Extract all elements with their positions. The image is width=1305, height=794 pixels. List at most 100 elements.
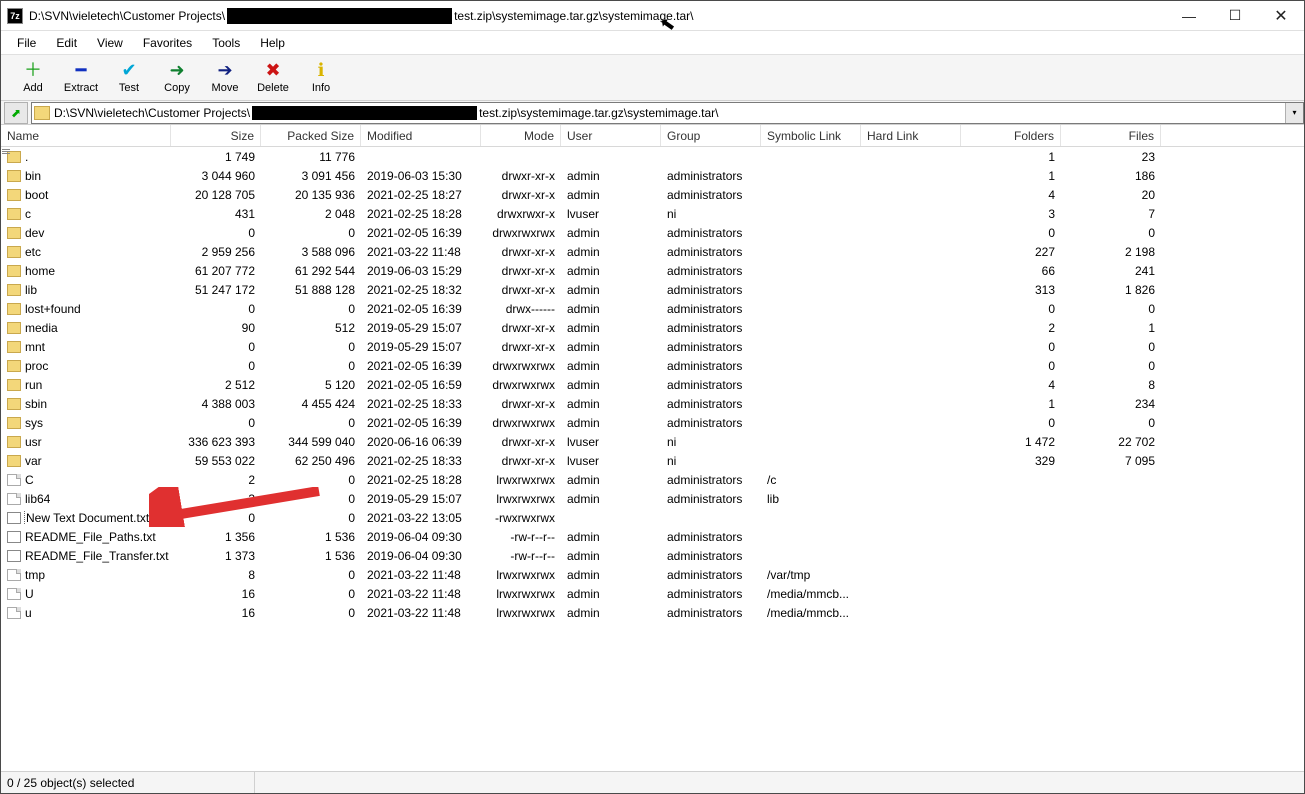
cell-mod: 2021-02-25 18:28 [361,207,481,221]
address-dropdown[interactable]: ▾ [1285,103,1303,123]
cell-size: 2 [171,473,261,487]
cell-user: admin [561,549,661,563]
file-row[interactable]: C202021-02-25 18:28lrwxrwxrwxadminadmini… [1,470,1304,489]
minimize-button[interactable]: — [1166,1,1212,30]
maximize-button[interactable]: ☐ [1212,1,1258,30]
cell-group: administrators [661,283,761,297]
toolbar-extract-button[interactable]: ━Extract [57,56,105,100]
cell-mod: 2021-02-25 18:28 [361,473,481,487]
toolbar-copy-button[interactable]: ➜Copy [153,56,201,100]
column-header[interactable]: User [561,125,661,146]
file-row[interactable]: sbin4 388 0034 455 4242021-02-25 18:33dr… [1,394,1304,413]
cell-size: 431 [171,207,261,221]
file-row[interactable]: bin3 044 9603 091 4562019-06-03 15:30drw… [1,166,1304,185]
cell-size: 0 [171,226,261,240]
file-row[interactable]: etc2 959 2563 588 0962021-03-22 11:48drw… [1,242,1304,261]
file-row[interactable]: README_File_Paths.txt1 3561 5362019-06-0… [1,527,1304,546]
menu-favorites[interactable]: Favorites [135,34,200,52]
titlebar[interactable]: 7z D:\SVN\vieletech\Customer Projects\ t… [1,1,1304,31]
close-button[interactable]: ✕ [1258,1,1304,30]
file-row[interactable]: dev002021-02-05 16:39drwxrwxrwxadminadmi… [1,223,1304,242]
cell-files: 8 [1061,378,1161,392]
cell-mod: 2021-02-25 18:32 [361,283,481,297]
toolbar-move-button[interactable]: ➔Move [201,56,249,100]
cell-packed: 0 [261,587,361,601]
file-row[interactable]: home61 207 77261 292 5442019-06-03 15:29… [1,261,1304,280]
nav-up-button[interactable]: ⬈ [4,102,28,124]
menu-file[interactable]: File [9,34,44,52]
file-row[interactable]: sys002021-02-05 16:39drwxrwxrwxadminadmi… [1,413,1304,432]
file-row[interactable]: boot20 128 70520 135 9362021-02-25 18:27… [1,185,1304,204]
menu-view[interactable]: View [89,34,131,52]
name-cell: sys [1,416,171,430]
cell-size: 1 749 [171,150,261,164]
cell-mod: 2019-05-29 15:07 [361,340,481,354]
cell-mode: lrwxrwxrwx [481,492,561,506]
cell-packed: 20 135 936 [261,188,361,202]
file-row[interactable]: U1602021-03-22 11:48lrwxrwxrwxadminadmin… [1,584,1304,603]
menu-tools[interactable]: Tools [204,34,248,52]
column-header[interactable]: Modified [361,125,481,146]
cell-user: admin [561,492,661,506]
column-header[interactable]: Folders [961,125,1061,146]
cell-packed: 0 [261,568,361,582]
cell-user: lvuser [561,435,661,449]
cell-mod: 2021-02-25 18:33 [361,454,481,468]
cell-group: administrators [661,492,761,506]
file-row[interactable]: var59 553 02262 250 4962021-02-25 18:33d… [1,451,1304,470]
file-row[interactable]: lib51 247 17251 888 1282021-02-25 18:32d… [1,280,1304,299]
cell-size: 2 959 256 [171,245,261,259]
file-name: tmp [25,568,45,582]
address-field[interactable]: D:\SVN\vieletech\Customer Projects\ test… [31,102,1304,124]
cell-size: 4 388 003 [171,397,261,411]
cell-sym: /var/tmp [761,568,861,582]
file-row[interactable]: mnt002019-05-29 15:07drwxr-xr-xadminadmi… [1,337,1304,356]
cell-packed: 61 292 544 [261,264,361,278]
file-list[interactable]: .1 74911 776123bin3 044 9603 091 4562019… [1,147,1304,771]
folder-icon [7,341,21,353]
file-row[interactable]: lost+found002021-02-05 16:39drwx------ad… [1,299,1304,318]
file-row[interactable]: tmp802021-03-22 11:48lrwxrwxrwxadminadmi… [1,565,1304,584]
cell-mode: lrwxrwxrwx [481,587,561,601]
column-header[interactable]: Hard Link [861,125,961,146]
file-row[interactable]: proc002021-02-05 16:39drwxrwxrwxadminadm… [1,356,1304,375]
column-header[interactable]: Symbolic Link [761,125,861,146]
folder-icon [7,398,21,410]
name-cell: dev [1,226,171,240]
cell-folders: 227 [961,245,1061,259]
toolbar-test-button[interactable]: ✔Test [105,56,153,100]
cell-mod: 2019-06-04 09:30 [361,549,481,563]
toolbar-label: Copy [164,82,190,94]
menu-help[interactable]: Help [252,34,293,52]
file-row[interactable]: u1602021-03-22 11:48lrwxrwxrwxadminadmin… [1,603,1304,622]
app-icon: 7z [7,8,23,24]
file-row[interactable]: lib64302019-05-29 15:07lrwxrwxrwxadminad… [1,489,1304,508]
column-header[interactable]: Packed Size [261,125,361,146]
file-name: C [25,473,34,487]
toolbar-info-button[interactable]: ℹInfo [297,56,345,100]
cell-mode: -rwxrwxrwx [481,511,561,525]
file-row[interactable]: run2 5125 1202021-02-05 16:59drwxrwxrwxa… [1,375,1304,394]
column-header[interactable]: Files [1061,125,1161,146]
column-header[interactable]: Mode [481,125,561,146]
file-name: sys [25,416,43,430]
file-row[interactable]: .1 74911 776123 [1,147,1304,166]
column-header[interactable]: Group [661,125,761,146]
cell-mode: drwxr-xr-x [481,397,561,411]
file-icon [7,493,21,505]
menu-edit[interactable]: Edit [48,34,85,52]
file-row[interactable]: README_File_Transfer.txt1 3731 5362019-0… [1,546,1304,565]
column-header[interactable]: Size [171,125,261,146]
cell-mode: drwxr-xr-x [481,321,561,335]
cell-group: administrators [661,302,761,316]
column-header[interactable]: Name [1,125,171,146]
file-name: dev [25,226,44,240]
file-row[interactable]: c4312 0482021-02-25 18:28drwxrwxr-xlvuse… [1,204,1304,223]
file-row[interactable]: New Text Document.txt002021-03-22 13:05-… [1,508,1304,527]
file-row[interactable]: usr336 623 393344 599 0402020-06-16 06:3… [1,432,1304,451]
cell-files: 0 [1061,359,1161,373]
address-prefix: D:\SVN\vieletech\Customer Projects\ [54,106,250,120]
file-row[interactable]: media905122019-05-29 15:07drwxr-xr-xadmi… [1,318,1304,337]
toolbar-delete-button[interactable]: ✖Delete [249,56,297,100]
toolbar-add-button[interactable]: ＋Add [9,56,57,100]
